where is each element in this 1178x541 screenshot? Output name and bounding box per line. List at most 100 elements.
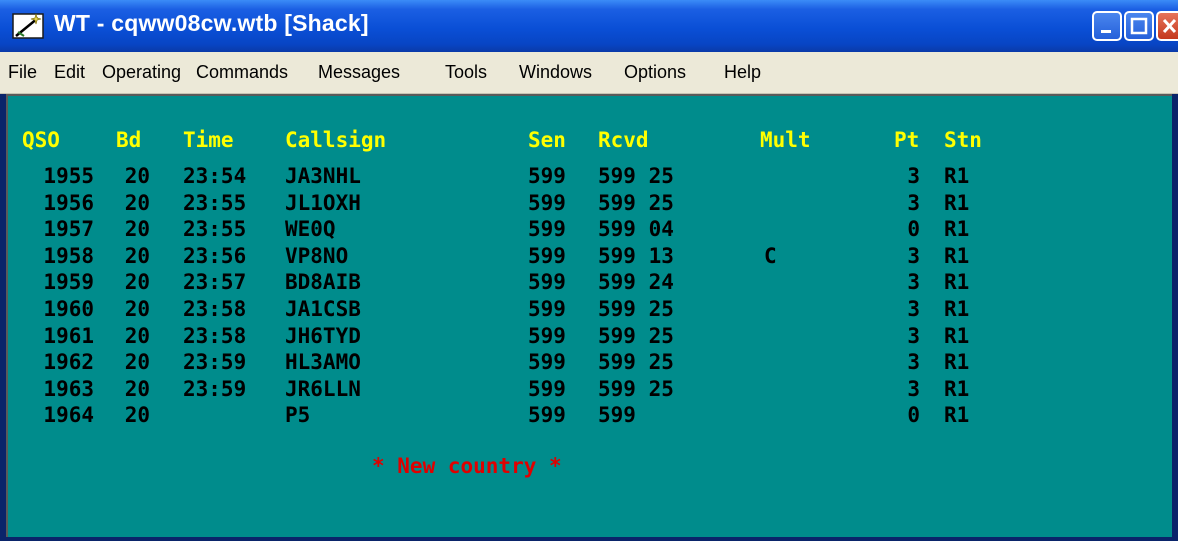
cell-qso: 1958 xyxy=(43,244,94,268)
cell-rcvd: 599 13 xyxy=(598,244,674,268)
cell-pt: 3 xyxy=(907,324,920,348)
cell-call: HL3AMO xyxy=(285,350,361,374)
cell-bd: 20 xyxy=(124,403,150,427)
cell-sen: 599 xyxy=(528,297,566,321)
menu-options[interactable]: Options xyxy=(624,62,686,83)
cell-rcvd: 599 04 xyxy=(598,217,674,241)
cell-qso: 1964 xyxy=(43,403,94,427)
cell-stn: R1 xyxy=(944,297,970,321)
window-title: WT - cqww08cw.wtb [Shack] xyxy=(54,10,369,36)
cell-time: 23:58 xyxy=(183,297,247,321)
header-callsign: Callsign xyxy=(285,128,387,152)
cell-qso: 1963 xyxy=(43,377,94,401)
header-time: Time xyxy=(183,128,234,152)
cell-pt: 3 xyxy=(907,377,920,401)
cell-pt: 3 xyxy=(907,244,920,268)
cell-mult: C xyxy=(764,244,777,268)
cell-pt: 3 xyxy=(907,164,920,188)
cell-time: 23:56 xyxy=(183,244,247,268)
title-bar[interactable]: WT - cqww08cw.wtb [Shack] xyxy=(0,0,1178,52)
cell-qso: 1961 xyxy=(43,324,94,348)
cell-rcvd: 599 25 xyxy=(598,377,674,401)
cell-time: 23:57 xyxy=(183,270,247,294)
cell-time: 23:55 xyxy=(183,191,247,215)
cell-pt: 0 xyxy=(907,217,920,241)
cell-qso: 1959 xyxy=(43,270,94,294)
cell-stn: R1 xyxy=(944,270,970,294)
close-icon xyxy=(1162,18,1177,34)
cell-call: JH6TYD xyxy=(285,324,361,348)
cell-bd: 20 xyxy=(124,297,150,321)
cell-stn: R1 xyxy=(944,244,970,268)
cell-time: 23:54 xyxy=(183,164,247,188)
cell-sen: 599 xyxy=(528,164,566,188)
cell-bd: 20 xyxy=(124,350,150,374)
cell-pt: 3 xyxy=(907,191,920,215)
cell-stn: R1 xyxy=(944,324,970,348)
cell-sen: 599 xyxy=(528,377,566,401)
cell-call: WE0Q xyxy=(285,217,336,241)
cell-qso: 1955 xyxy=(43,164,94,188)
cell-bd: 20 xyxy=(124,191,150,215)
cell-bd: 20 xyxy=(124,324,150,348)
header-station: Stn xyxy=(944,128,982,152)
menu-tools[interactable]: Tools xyxy=(445,62,487,83)
cell-bd: 20 xyxy=(124,270,150,294)
menu-operating[interactable]: Operating xyxy=(102,62,181,83)
cell-qso: 1962 xyxy=(43,350,94,374)
cell-sen: 599 xyxy=(528,403,566,427)
menu-file[interactable]: File xyxy=(8,62,37,83)
cell-time: 23:59 xyxy=(183,350,247,374)
menu-messages[interactable]: Messages xyxy=(318,62,400,83)
cell-call: VP8NO xyxy=(285,244,349,268)
antenna-wand-icon xyxy=(12,13,44,39)
cell-qso: 1957 xyxy=(43,217,94,241)
menu-help[interactable]: Help xyxy=(724,62,761,83)
log-window[interactable]: QSO Bd Time Callsign Sen Rcvd Mult Pt St… xyxy=(6,94,1172,537)
cell-call: JA1CSB xyxy=(285,297,361,321)
cell-stn: R1 xyxy=(944,377,970,401)
menu-windows[interactable]: Windows xyxy=(519,62,592,83)
cell-time: 23:58 xyxy=(183,324,247,348)
cell-sen: 599 xyxy=(528,350,566,374)
maximize-button[interactable] xyxy=(1124,11,1154,41)
cell-call: P5 xyxy=(285,403,311,427)
cell-call: JA3NHL xyxy=(285,164,361,188)
cell-sen: 599 xyxy=(528,191,566,215)
cell-call: JR6LLN xyxy=(285,377,361,401)
cell-pt: 0 xyxy=(907,403,920,427)
cell-bd: 20 xyxy=(124,377,150,401)
close-button[interactable] xyxy=(1156,11,1178,41)
header-band: Bd xyxy=(116,128,142,152)
wt-window: WT - cqww08cw.wtb [Shack] File Edit Oper… xyxy=(0,0,1178,541)
cell-qso: 1960 xyxy=(43,297,94,321)
cell-rcvd: 599 25 xyxy=(598,164,674,188)
cell-sen: 599 xyxy=(528,270,566,294)
cell-stn: R1 xyxy=(944,217,970,241)
cell-rcvd: 599 25 xyxy=(598,350,674,374)
cell-bd: 20 xyxy=(124,244,150,268)
cell-rcvd: 599 25 xyxy=(598,297,674,321)
cell-bd: 20 xyxy=(124,217,150,241)
cell-time: 23:59 xyxy=(183,377,247,401)
header-rcvd: Rcvd xyxy=(598,128,649,152)
cell-sen: 599 xyxy=(528,244,566,268)
header-sent: Sen xyxy=(528,128,566,152)
cell-qso: 1956 xyxy=(43,191,94,215)
cell-sen: 599 xyxy=(528,217,566,241)
menu-commands[interactable]: Commands xyxy=(196,62,288,83)
menu-edit[interactable]: Edit xyxy=(54,62,85,83)
cell-pt: 3 xyxy=(907,297,920,321)
cell-stn: R1 xyxy=(944,350,970,374)
cell-call: JL1OXH xyxy=(285,191,361,215)
minimize-button[interactable] xyxy=(1092,11,1122,41)
maximize-icon xyxy=(1130,17,1148,35)
header-mult: Mult xyxy=(760,128,811,152)
window-frame-bottom xyxy=(0,537,1178,541)
cell-sen: 599 xyxy=(528,324,566,348)
new-country-message: * New country * xyxy=(372,454,562,478)
cell-rcvd: 599 24 xyxy=(598,270,674,294)
cell-stn: R1 xyxy=(944,403,970,427)
cell-rcvd: 599 xyxy=(598,403,636,427)
header-qso: QSO xyxy=(22,128,60,152)
